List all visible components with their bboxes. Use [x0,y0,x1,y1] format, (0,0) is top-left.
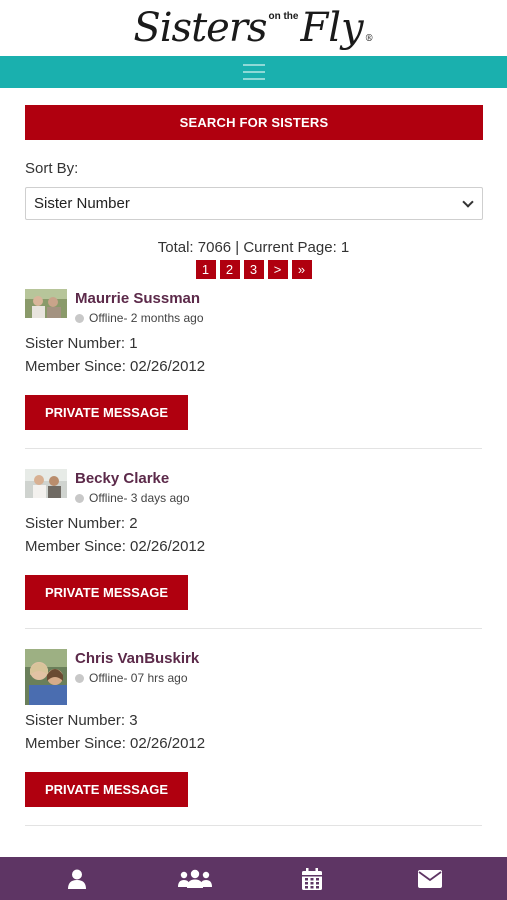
sister-number: Sister Number: 1 [25,335,138,352]
member-status: Offline- 07 hrs ago [75,671,199,685]
site-header: Sisters on the Fly ® [0,0,507,56]
sort-by-label: Sort By: [25,160,79,177]
member-status-text: Offline- 2 months ago [89,311,204,325]
sister-number: Sister Number: 3 [25,712,138,729]
calendar-icon[interactable] [292,864,332,894]
private-message-button[interactable]: PRIVATE MESSAGE [25,395,188,430]
pagination: 1 2 3 > » [25,260,482,279]
member-since: Member Since: 02/26/2012 [25,358,206,375]
avatar[interactable] [25,469,67,498]
member-list: Maurrie Sussman Offline- 2 months ago Si… [25,289,482,826]
page-1-link[interactable]: 1 [195,260,216,279]
member-status: Offline- 2 months ago [75,311,204,325]
logo-word-on-the: on the [268,11,299,22]
sort-by-select[interactable]: Sister Number [25,187,483,220]
hamburger-icon[interactable] [242,64,265,80]
logo-word-sisters: Sisters [133,5,267,51]
envelope-icon[interactable] [410,864,450,894]
bottom-nav-bar [0,857,507,900]
member-name-link[interactable]: Chris VanBuskirk [75,650,199,668]
group-icon[interactable] [175,864,215,894]
member-status-text: Offline- 3 days ago [89,491,190,505]
member-name-link[interactable]: Maurrie Sussman [75,290,204,308]
search-for-sisters-button[interactable]: SEARCH FOR SISTERS [25,105,483,140]
nav-bar [0,56,507,88]
member-name-link[interactable]: Becky Clarke [75,470,190,488]
private-message-button[interactable]: PRIVATE MESSAGE [25,575,188,610]
logo-word-fly: Fly [300,5,364,51]
logo-registered-mark: ® [364,34,374,44]
sister-number: Sister Number: 2 [25,515,138,532]
member-since: Member Since: 02/26/2012 [25,735,206,752]
next-page-link[interactable]: > [267,260,288,279]
member-status: Offline- 3 days ago [75,491,190,505]
member-since: Member Since: 02/26/2012 [25,538,206,555]
chevron-down-icon [462,195,474,208]
main-content: SEARCH FOR SISTERS Sort By: Sister Numbe… [0,88,507,826]
page-2-link[interactable]: 2 [219,260,240,279]
site-logo[interactable]: Sisters on the Fly ® [133,8,373,48]
avatar[interactable] [25,289,67,318]
offline-status-icon [75,313,84,323]
results-summary: Total: 7066 | Current Page: 1 [157,239,350,256]
last-page-link[interactable]: » [291,260,312,279]
member-card: Becky Clarke Offline- 3 days ago Sister … [25,469,482,629]
offline-status-icon [75,673,84,683]
private-message-button[interactable]: PRIVATE MESSAGE [25,772,188,807]
page-3-link[interactable]: 3 [243,260,264,279]
member-status-text: Offline- 07 hrs ago [89,671,188,685]
avatar[interactable] [25,649,67,705]
member-card: Maurrie Sussman Offline- 2 months ago Si… [25,289,482,449]
sort-by-selected-value: Sister Number [34,195,130,212]
user-icon[interactable] [57,864,97,894]
offline-status-icon [75,493,84,503]
member-card: Chris VanBuskirk Offline- 07 hrs ago Sis… [25,649,482,826]
